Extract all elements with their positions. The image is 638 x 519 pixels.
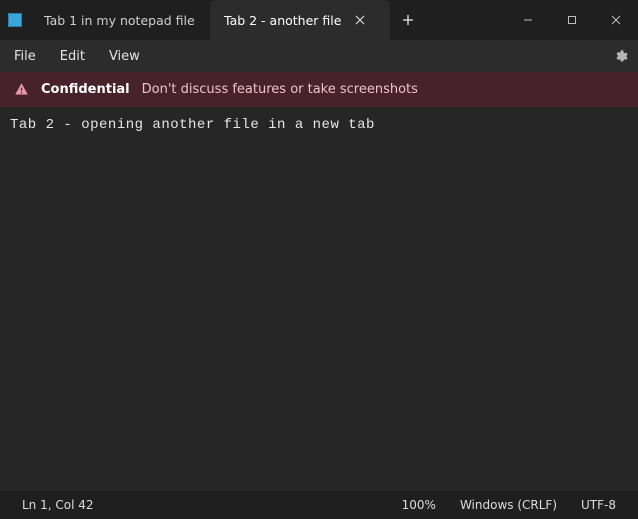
menu-edit[interactable]: Edit: [50, 45, 95, 68]
titlebar: Tab 1 in my notepad file Tab 2 - another…: [0, 0, 638, 40]
banner-text: Don't discuss features or take screensho…: [142, 82, 418, 97]
plus-icon: [402, 14, 414, 26]
minimize-button[interactable]: [506, 0, 550, 40]
tab-title: Tab 1 in my notepad file: [44, 13, 195, 28]
statusbar: Ln 1, Col 42 100% Windows (CRLF) UTF-8: [0, 491, 638, 519]
app-icon: [0, 0, 30, 40]
minimize-icon: [523, 15, 533, 25]
status-encoding[interactable]: UTF-8: [569, 498, 628, 512]
tab-inactive[interactable]: Tab 1 in my notepad file: [30, 0, 210, 40]
banner-label: Confidential: [41, 82, 130, 97]
maximize-button[interactable]: [550, 0, 594, 40]
menubar: File Edit View: [0, 40, 638, 72]
tab-active[interactable]: Tab 2 - another file: [210, 0, 390, 40]
tab-title: Tab 2 - another file: [224, 13, 341, 28]
close-icon: [355, 15, 365, 25]
status-cursor-position[interactable]: Ln 1, Col 42: [10, 498, 106, 512]
new-tab-button[interactable]: [390, 0, 426, 40]
close-tab-button[interactable]: [349, 9, 371, 31]
close-icon: [611, 15, 621, 25]
menu-view[interactable]: View: [99, 45, 150, 68]
maximize-icon: [567, 15, 577, 25]
notepad-icon: [8, 13, 22, 27]
window-controls: [506, 0, 638, 40]
close-window-button[interactable]: [594, 0, 638, 40]
gear-icon: [613, 49, 628, 64]
status-line-ending[interactable]: Windows (CRLF): [448, 498, 569, 512]
menu-file[interactable]: File: [4, 45, 46, 68]
confidential-banner: Confidential Don't discuss features or t…: [0, 72, 638, 107]
editor-area[interactable]: Tab 2 - opening another file in a new ta…: [0, 107, 638, 491]
settings-button[interactable]: [603, 45, 638, 68]
status-zoom[interactable]: 100%: [390, 498, 448, 512]
warning-icon: [14, 82, 29, 97]
